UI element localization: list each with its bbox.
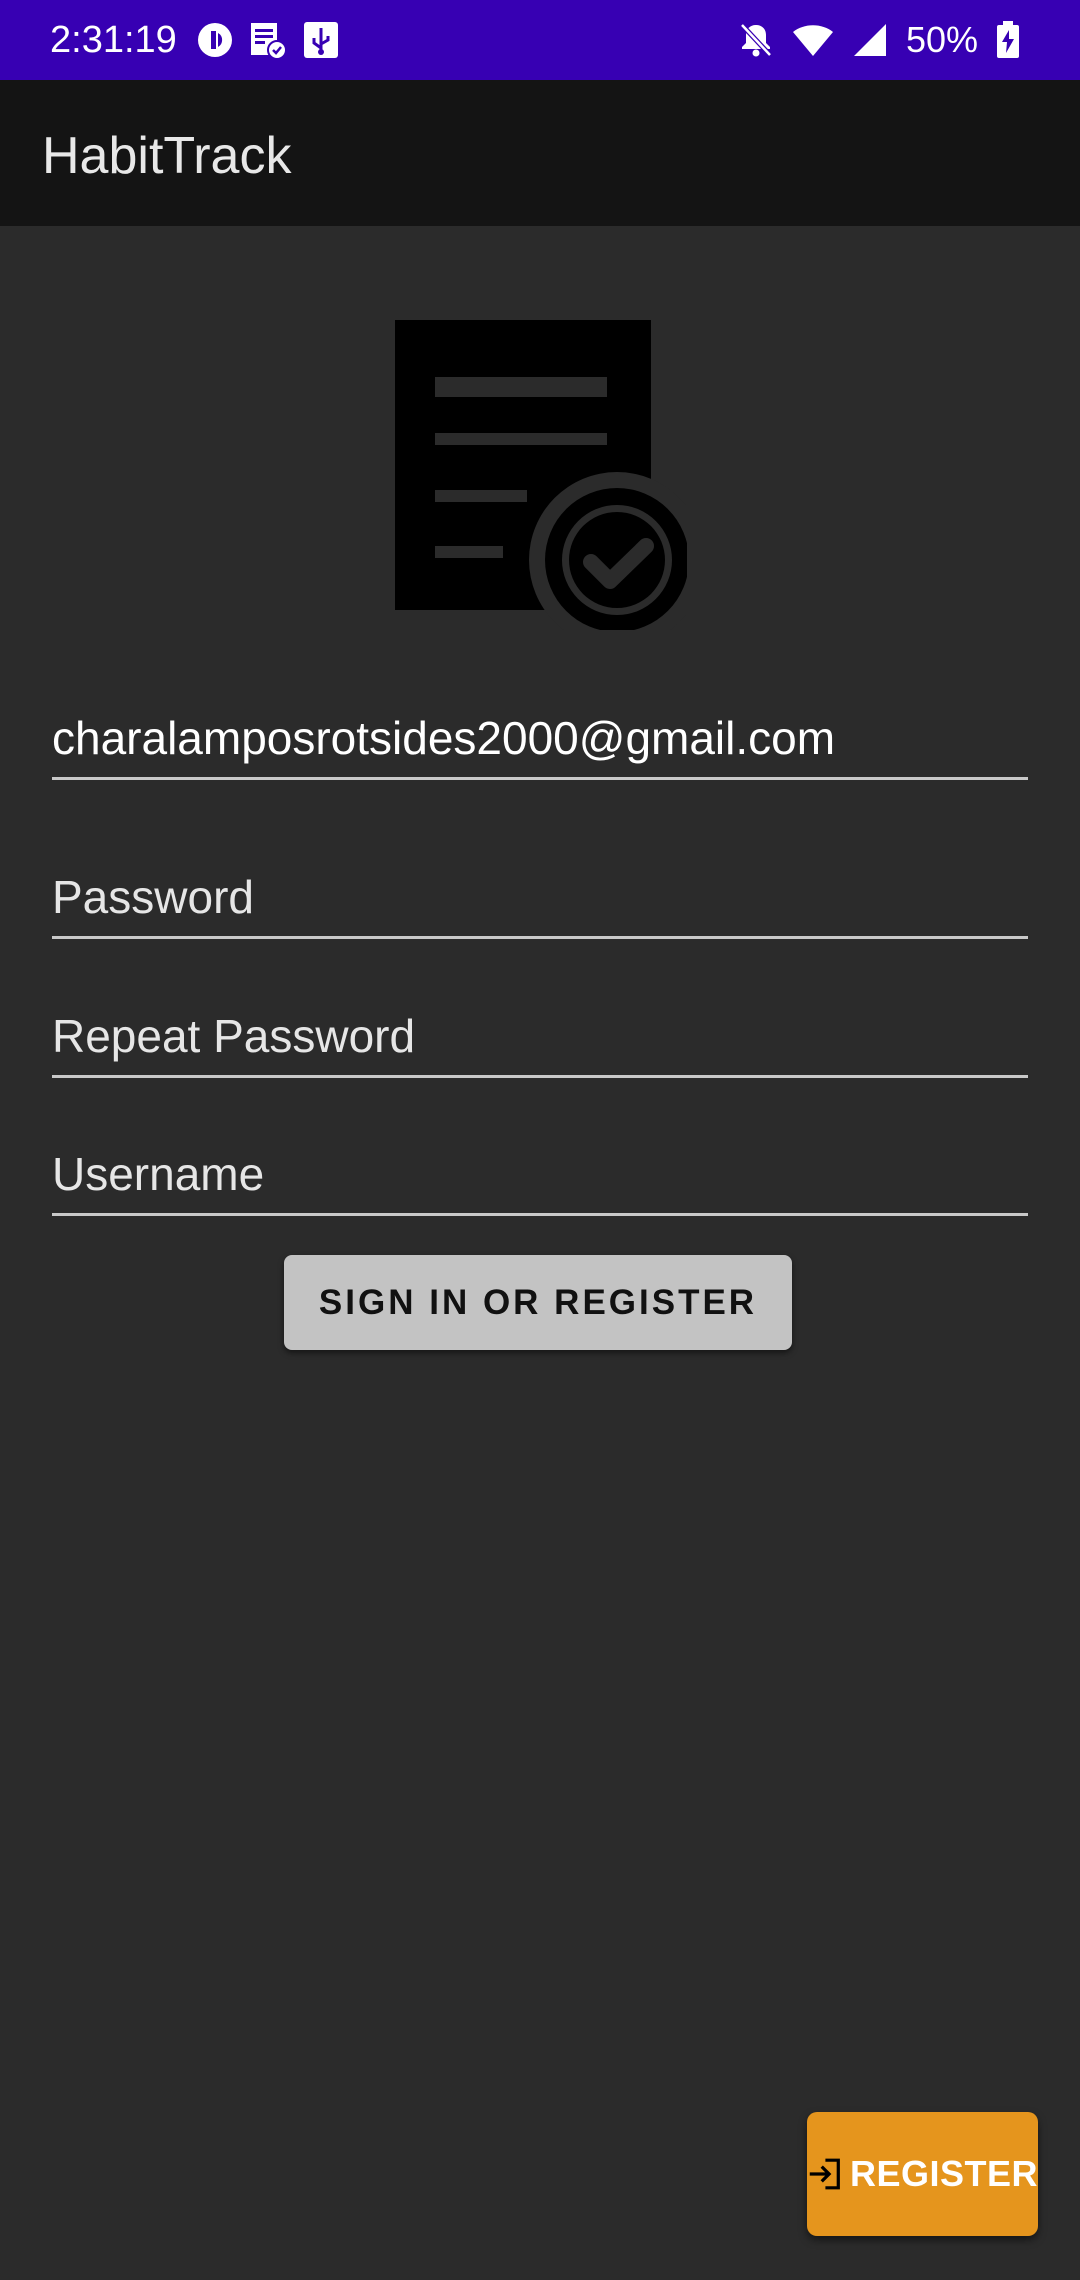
repeat-password-field[interactable]: Repeat Password [52,995,1028,1078]
status-bar: 2:31:19 50% [0,0,1080,80]
signal-icon [853,24,886,56]
password-field[interactable]: Password [52,856,1028,939]
app-circle-icon [198,23,232,57]
usb-icon [304,22,338,58]
document-check-icon [395,320,687,630]
battery-charging-icon [997,21,1019,58]
register-button-label: REGISTER [849,2153,1038,2194]
app-title: HabitTrack [42,127,292,185]
email-field[interactable]: charalamposrotsides2000@gmail.com [52,697,1028,780]
wifi-icon [792,25,833,56]
status-system-icons: 50% [738,18,1020,62]
username-field-placeholder: Username [52,1148,265,1200]
login-arrow-icon [809,2158,840,2190]
password-field-placeholder: Password [52,871,254,923]
repeat-password-field-placeholder: Repeat Password [52,1010,416,1062]
battery-percent: 50% [905,19,978,60]
register-button[interactable]: REGISTER [807,2112,1038,2236]
document-check-icon [251,23,287,60]
email-field-value: charalamposrotsides2000@gmail.com [52,712,836,764]
bell-off-icon [740,23,772,57]
status-time: 2:31:19 [50,19,177,61]
sign-in-or-register-button[interactable]: SIGN IN OR REGISTER [284,1255,792,1350]
app-bar: HabitTrack [0,80,1080,226]
status-notification-icons [196,18,340,62]
username-field[interactable]: Username [52,1133,1028,1216]
